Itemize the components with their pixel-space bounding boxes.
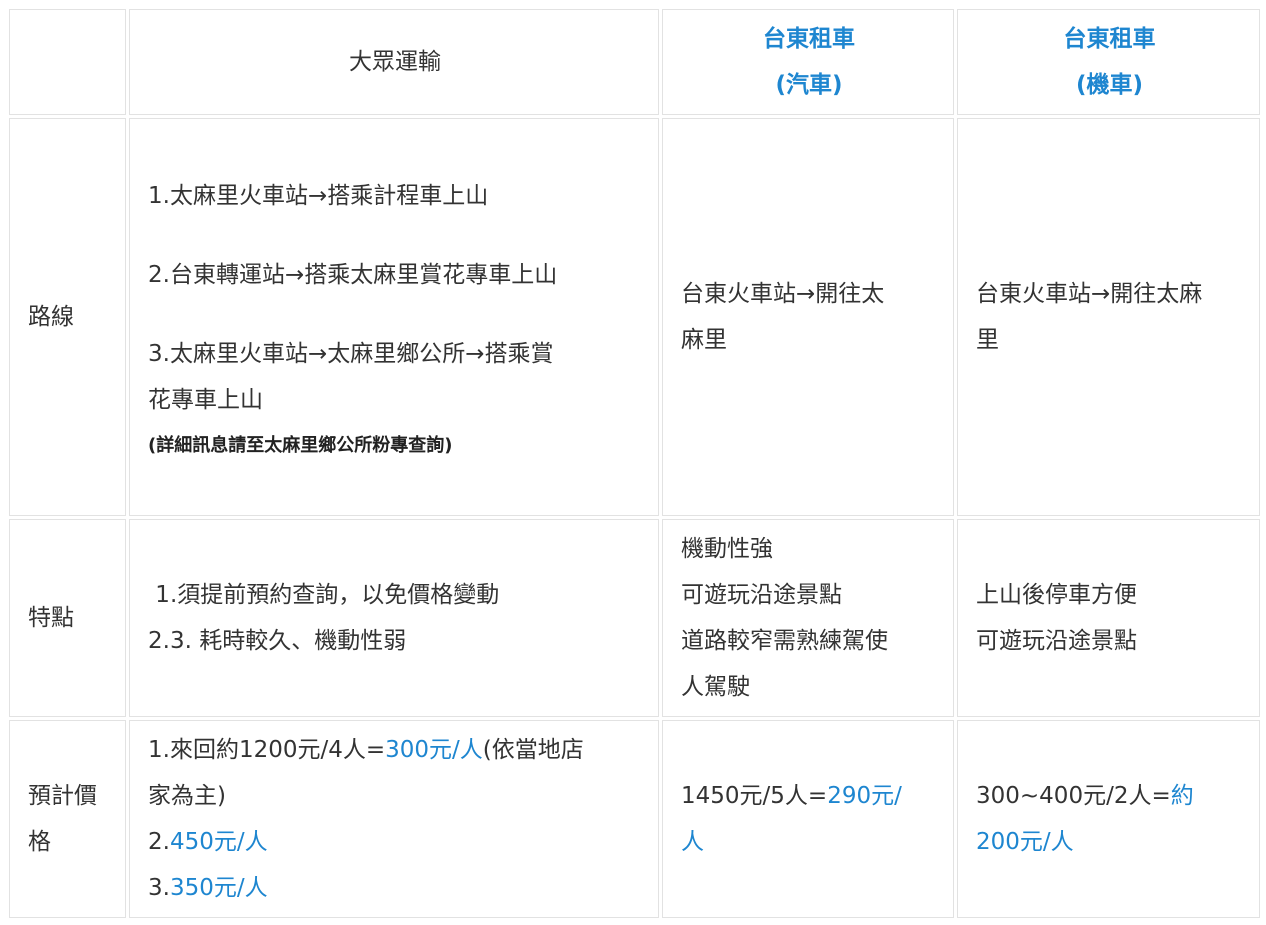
route-car-cell: 台東火車站→開往太 麻里	[662, 118, 954, 516]
route-moto-cell: 台東火車站→開往太麻 里	[957, 118, 1260, 516]
header-car-rental: 台東租車 (汽車)	[662, 9, 954, 115]
price-car-text: 1450元/5人=	[681, 783, 828, 809]
route-spacer-2	[148, 298, 642, 331]
route-car-line-2: 麻里	[681, 327, 727, 353]
route-label: 路線	[28, 304, 74, 330]
price-public-2-text: 2.	[148, 829, 170, 855]
route-public-cell: 1.太麻里火車站→搭乘計程車上山 2.台東轉運站→搭乘太麻里賞花專車上山 3.太…	[129, 118, 659, 516]
feature-car-line-1: 機動性強	[681, 536, 773, 562]
route-public-option-2: 2.台東轉運站→搭乘太麻里賞花專車上山	[148, 262, 558, 288]
route-row: 路線 1.太麻里火車站→搭乘計程車上山 2.台東轉運站→搭乘太麻里賞花專車上山 …	[9, 118, 1260, 516]
route-public-note: (詳細訊息請至太麻里鄉公所粉專查詢)	[148, 435, 453, 456]
header-car-sub: (汽車)	[775, 72, 843, 98]
price-car-line-1: 1450元/5人=290元/	[681, 773, 937, 819]
price-row: 預計價 格 1.來回約1200元/4人=300元/人(依當地店 家為主) 2.4…	[9, 720, 1260, 918]
feature-moto-line-1: 上山後停車方便	[976, 582, 1137, 608]
price-moto-highlight-2: 200元/人	[976, 829, 1074, 855]
feature-label-cell: 特點	[9, 519, 126, 717]
price-moto-highlight-1: 約	[1170, 783, 1194, 809]
feature-car-line-2: 可遊玩沿途景點	[681, 582, 842, 608]
header-moto-title: 台東租車	[1063, 26, 1156, 52]
price-public-1-suffix: (依當地店	[482, 737, 584, 763]
route-spacer-1	[148, 219, 642, 252]
transport-comparison-table: 大眾運輸 台東租車 (汽車) 台東租車 (機車) 路線 1.太麻里火車站→搭乘計…	[6, 6, 1263, 921]
feature-car-line-4: 人駕駛	[681, 674, 750, 700]
route-moto-line-2: 里	[976, 327, 999, 353]
route-public-option-3a: 3.太麻里火車站→太麻里鄉公所→搭乘賞	[148, 341, 554, 367]
feature-public-line-2: 2.3. 耗時較久、機動性弱	[148, 628, 407, 654]
route-car-line-1: 台東火車站→開往太	[681, 281, 885, 307]
feature-moto-line-2: 可遊玩沿途景點	[976, 628, 1137, 654]
feature-car-cell: 機動性強 可遊玩沿途景點 道路較窄需熟練駕使 人駕駛	[662, 519, 954, 717]
price-public-1-highlight: 300元/人	[385, 737, 483, 763]
price-public-line-2: 家為主)	[148, 783, 226, 809]
route-public-option-1: 1.太麻里火車站→搭乘計程車上山	[148, 183, 489, 209]
price-public-1-text: 1.來回約1200元/4人=	[148, 737, 386, 763]
header-row: 大眾運輸 台東租車 (汽車) 台東租車 (機車)	[9, 9, 1260, 115]
price-label-line-1: 預計價	[28, 783, 97, 809]
route-moto-line-1: 台東火車站→開往太麻	[976, 281, 1203, 307]
header-empty-cell	[9, 9, 126, 115]
header-public-label: 大眾運輸	[349, 49, 441, 75]
feature-car-line-3: 道路較窄需熟練駕使	[681, 628, 888, 654]
price-public-cell: 1.來回約1200元/4人=300元/人(依當地店 家為主) 2.450元/人 …	[129, 720, 659, 918]
feature-row: 特點 1.須提前預約查詢，以免價格變動 2.3. 耗時較久、機動性弱 機動性強 …	[9, 519, 1260, 717]
route-public-option-3b: 花專車上山	[148, 387, 263, 413]
feature-label: 特點	[28, 605, 74, 631]
price-car-highlight-2: 人	[681, 829, 704, 855]
header-moto-sub: (機車)	[1075, 72, 1144, 98]
feature-public-cell: 1.須提前預約查詢，以免價格變動 2.3. 耗時較久、機動性弱	[129, 519, 659, 717]
price-label-cell: 預計價 格	[9, 720, 126, 918]
price-car-cell: 1450元/5人=290元/ 人	[662, 720, 954, 918]
price-public-3-highlight: 350元/人	[169, 875, 268, 901]
price-moto-cell: 300~400元/2人=約 200元/人	[957, 720, 1260, 918]
header-moto-rental: 台東租車 (機車)	[957, 9, 1260, 115]
feature-public-line-1: 1.須提前預約查詢，以免價格變動	[148, 582, 500, 608]
route-label-cell: 路線	[9, 118, 126, 516]
price-public-line-3: 2.450元/人	[148, 819, 642, 865]
header-car-title: 台東租車	[763, 26, 855, 52]
price-moto-line-1: 300~400元/2人=約	[976, 773, 1243, 819]
feature-moto-cell: 上山後停車方便 可遊玩沿途景點	[957, 519, 1260, 717]
price-public-2-highlight: 450元/人	[169, 829, 268, 855]
price-public-line-4: 3.350元/人	[148, 865, 642, 911]
price-moto-text: 300~400元/2人=	[976, 783, 1171, 809]
header-public-transport: 大眾運輸	[129, 9, 659, 115]
price-public-line-1: 1.來回約1200元/4人=300元/人(依當地店	[148, 727, 642, 773]
price-label-line-2: 格	[28, 829, 51, 855]
price-car-highlight-1: 290元/	[827, 783, 902, 809]
price-public-3-text: 3.	[148, 875, 170, 901]
